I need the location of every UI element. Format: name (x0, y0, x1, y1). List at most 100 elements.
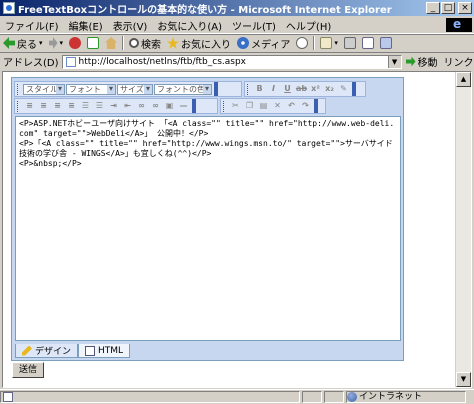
tab-html-label: HTML (98, 345, 124, 356)
minimize-button[interactable]: _ (426, 2, 440, 14)
text-style-toolbar: B I U ab x² x₂ ✎ (244, 81, 366, 97)
mail-button[interactable]: ▾ (317, 37, 341, 49)
mail-icon (320, 37, 333, 49)
align-justify-icon[interactable]: ≡ (65, 100, 78, 112)
scroll-up-icon[interactable]: ▲ (456, 72, 471, 87)
menu-view[interactable]: 表示(V) (108, 18, 153, 33)
editor-mode-tabs: デザイン HTML (15, 344, 131, 358)
media-button[interactable]: メディア (234, 36, 293, 51)
address-input[interactable]: http://localhost/netlns/ftb/ftb_cs.aspx … (61, 54, 402, 69)
subscript-button[interactable]: x₂ (323, 83, 336, 95)
ie-logo-icon (446, 17, 472, 32)
underline-button[interactable]: U (281, 83, 294, 95)
search-icon (129, 38, 140, 48)
intranet-globe-icon (347, 392, 357, 402)
html-source-editor[interactable]: <P>ASP.NETホビーユーザ向けサイト 「<A class="" title… (15, 116, 401, 341)
toolbar-grip[interactable] (223, 100, 226, 112)
back-arrow-icon (3, 37, 15, 49)
menu-help[interactable]: ヘルプ(H) (281, 18, 336, 33)
font-dropdown[interactable]: フォント (66, 83, 116, 95)
image-icon[interactable]: ▣ (163, 100, 176, 112)
tab-design[interactable]: デザイン (15, 344, 79, 358)
discuss-button[interactable] (377, 37, 395, 49)
status-panel (302, 391, 322, 403)
italic-button[interactable]: I (267, 83, 280, 95)
close-button[interactable]: × (458, 2, 472, 14)
edit-button[interactable] (359, 37, 377, 49)
toolbar-grip[interactable] (247, 83, 250, 95)
design-pencil-icon (22, 345, 32, 356)
search-button[interactable]: 検索 (126, 36, 164, 51)
history-button[interactable] (293, 37, 311, 49)
back-label: 戻る (17, 39, 37, 51)
forward-button[interactable]: ▾ (46, 37, 67, 49)
refresh-button[interactable] (84, 37, 102, 49)
freetextbox-editor: スタイル フォント サイズ フォントの色 B I U ab x² x₂ ✎ ≡ (11, 77, 404, 361)
unlink-icon[interactable]: ∞ (149, 100, 162, 112)
maximize-button[interactable]: □ (441, 2, 455, 14)
search-label: 検索 (141, 39, 162, 51)
size-dropdown[interactable]: サイズ (117, 83, 153, 95)
rule-icon[interactable]: — (177, 100, 190, 112)
go-button[interactable]: 移動 (405, 54, 438, 69)
address-dropdown-icon[interactable]: ▼ (387, 55, 401, 68)
vertical-scrollbar[interactable]: ▲ ▼ (455, 72, 471, 387)
status-bar: イントラネット (0, 389, 474, 404)
submit-button[interactable]: 送信 (12, 362, 45, 378)
window-title: FreeTextBoxコントロールの基本的な使い方 - Microsoft In… (18, 4, 392, 16)
toolbar-end (192, 99, 196, 113)
toolbar-end (352, 82, 356, 96)
superscript-button[interactable]: x² (309, 83, 322, 95)
home-icon (105, 37, 118, 49)
home-button[interactable] (102, 37, 120, 49)
page-done-icon (3, 392, 13, 402)
align-right-icon[interactable]: ≡ (51, 100, 64, 112)
stop-button[interactable] (66, 37, 84, 49)
menu-edit[interactable]: 編集(E) (64, 18, 108, 33)
redo-icon[interactable]: ↷ (299, 100, 312, 112)
toolbar-grip[interactable] (17, 100, 20, 112)
status-zone: イントラネット (346, 391, 466, 403)
remove-format-button[interactable]: ✎ (337, 83, 350, 95)
style-dropdown[interactable]: スタイル (23, 83, 65, 95)
ie-page-icon (3, 2, 15, 14)
format-toolbar: スタイル フォント サイズ フォントの色 (14, 81, 242, 97)
link-icon[interactable]: ∞ (135, 100, 148, 112)
edit-page-icon (361, 37, 374, 49)
html-page-icon (85, 345, 96, 356)
paste-icon[interactable]: ▤ (257, 100, 270, 112)
align-center-icon[interactable]: ≡ (37, 100, 50, 112)
status-panel (324, 391, 344, 403)
favorites-button[interactable]: お気に入り (164, 36, 234, 51)
copy-icon[interactable]: ❐ (243, 100, 256, 112)
links-button[interactable]: リンク (444, 54, 474, 69)
menu-file[interactable]: ファイル(F) (0, 18, 64, 33)
numbered-list-icon[interactable]: ☰ (79, 100, 92, 112)
cut-icon[interactable]: ✂ (229, 100, 242, 112)
strikethrough-button[interactable]: ab (295, 83, 308, 95)
bold-button[interactable]: B (253, 83, 266, 95)
menu-favorites[interactable]: お気に入り(A) (152, 18, 227, 33)
indent-icon[interactable]: ⇥ (107, 100, 120, 112)
menu-bar: ファイル(F) 編集(E) 表示(V) お気に入り(A) ツール(T) ヘルプ(… (0, 17, 474, 34)
page-icon (65, 56, 76, 67)
address-url[interactable]: http://localhost/netlns/ftb/ftb_cs.aspx (79, 57, 246, 67)
menu-tools[interactable]: ツール(T) (227, 18, 281, 33)
tab-html[interactable]: HTML (78, 344, 131, 358)
editor-content[interactable]: <P>ASP.NETホビーユーザ向けサイト 「<A class="" title… (16, 117, 400, 171)
toolbar-end (314, 99, 318, 113)
toolbar-grip[interactable] (17, 83, 20, 95)
undo-icon[interactable]: ↶ (285, 100, 298, 112)
scroll-down-icon[interactable]: ▼ (456, 372, 471, 387)
print-button[interactable] (341, 37, 359, 49)
color-dropdown[interactable]: フォントの色 (154, 83, 212, 95)
media-icon (237, 37, 250, 49)
tab-design-label: デザイン (35, 347, 72, 357)
align-left-icon[interactable]: ≡ (23, 100, 36, 112)
standard-toolbar: 戻る ▾ ▾ 検索 お気に入り メディア ▾ (0, 34, 474, 53)
back-button[interactable]: 戻る ▾ (0, 36, 46, 51)
delete-icon[interactable]: ✕ (271, 100, 284, 112)
outdent-icon[interactable]: ⇤ (121, 100, 134, 112)
bullet-list-icon[interactable]: ☰ (93, 100, 106, 112)
toolbar-separator (313, 36, 316, 50)
